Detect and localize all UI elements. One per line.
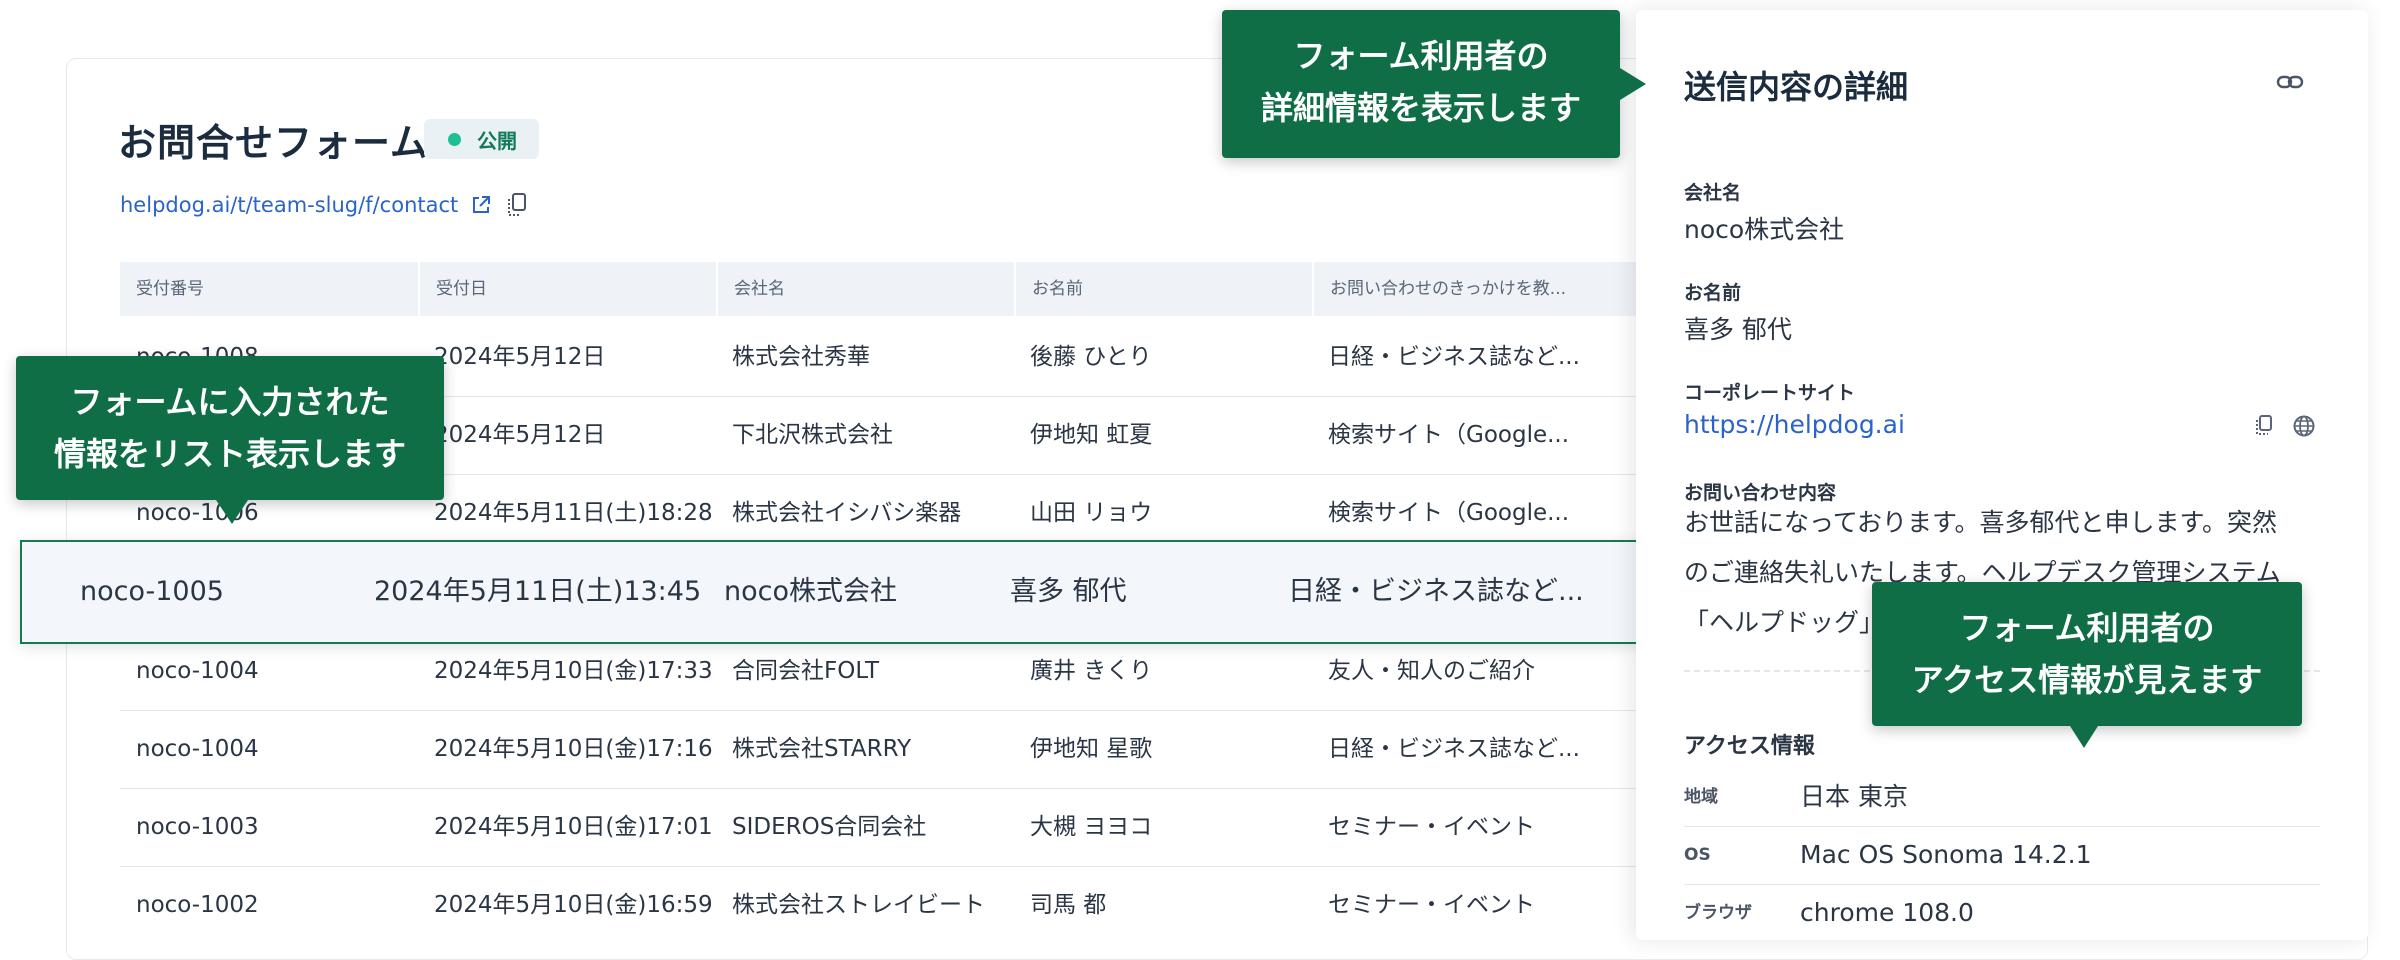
callout-line: フォーム利用者の — [1293, 37, 1549, 75]
submission-detail-panel: 送信内容の詳細 会社名 noco株式会社 お名前 喜多 郁代 コーポレートサイト… — [1636, 10, 2368, 940]
cell-name: 伊地知 虹夏 — [1030, 422, 1153, 448]
cell-receipt-no: noco-1002 — [136, 892, 259, 918]
cell-company: noco株式会社 — [724, 576, 897, 607]
cell-trigger: セミナー・イベント — [1328, 892, 1535, 918]
cell-name: 後藤 ひとり — [1030, 344, 1152, 370]
access-row-region: 地域 日本 東京 — [1684, 768, 2320, 827]
table-row[interactable]: noco-1004 2024年5月10日(金)17:16 株式会社STARRY … — [120, 710, 1640, 789]
access-key: ブラウザ — [1684, 903, 1752, 923]
callout-list-info: フォームに入力された 情報をリスト表示します — [16, 356, 444, 500]
access-row-browser: ブラウザ chrome 108.0 — [1684, 884, 2320, 942]
access-value: Mac OS Sonoma 14.2.1 — [1800, 840, 2092, 869]
cell-name: 司馬 都 — [1030, 892, 1107, 918]
status-badge-label: 公開 — [477, 128, 517, 153]
cell-company: 下北沢株式会社 — [732, 422, 893, 448]
external-link-icon[interactable] — [470, 194, 492, 216]
table-header: 受付番号 受付日 会社名 お名前 お問い合わせのきっかけを教... — [120, 262, 1640, 316]
form-url-link[interactable]: helpdog.ai/t/team-slug/f/contact — [120, 193, 458, 217]
access-key: OS — [1684, 845, 1711, 865]
table-row[interactable]: noco-1003 2024年5月10日(金)17:01 SIDEROS合同会社… — [120, 788, 1640, 867]
callout-user-details: フォーム利用者の 詳細情報を表示します — [1222, 10, 1620, 158]
cell-name: 喜多 郁代 — [1010, 576, 1127, 607]
column-header-name[interactable]: お名前 — [1014, 262, 1312, 316]
callout-line: アクセス情報が見えます — [1911, 661, 2263, 699]
site-link[interactable]: https://helpdog.ai — [1684, 410, 1905, 439]
copy-icon[interactable] — [2254, 414, 2274, 438]
message-line: お世話になっております。喜多郁代と申します。突然 — [1684, 508, 2278, 537]
column-header-receipt-no[interactable]: 受付番号 — [120, 262, 418, 316]
callout-access-info: フォーム利用者の アクセス情報が見えます — [1872, 582, 2302, 726]
panel-title: 送信内容の詳細 — [1684, 68, 1909, 106]
cell-date: 2024年5月10日(金)17:16 — [434, 736, 713, 762]
callout-line: フォーム利用者の — [1959, 609, 2215, 647]
cell-date: 2024年5月12日 — [434, 344, 606, 370]
globe-icon[interactable] — [2292, 414, 2316, 438]
cell-company: 株式会社STARRY — [732, 736, 912, 762]
cell-company: SIDEROS合同会社 — [732, 814, 927, 840]
link-icon[interactable] — [2276, 72, 2304, 92]
company-label: 会社名 — [1684, 182, 1742, 204]
status-dot-icon — [448, 132, 461, 146]
cell-date: 2024年5月11日(土)13:45 — [374, 576, 702, 607]
callout-pointer — [1620, 68, 1646, 100]
selected-table-row[interactable]: noco-1005 2024年5月11日(土)13:45 noco株式会社 喜多… — [20, 540, 1640, 644]
cell-receipt-no: noco-1005 — [80, 576, 224, 607]
callout-pointer — [2070, 726, 2098, 748]
column-header-date[interactable]: 受付日 — [418, 262, 716, 316]
callout-line: 情報をリスト表示します — [53, 435, 406, 473]
column-header-company[interactable]: 会社名 — [716, 262, 1014, 316]
callout-pointer — [216, 500, 248, 524]
name-value: 喜多 郁代 — [1684, 315, 1792, 344]
cell-company: 株式会社秀華 — [732, 344, 870, 370]
callout-line: フォームに入力された — [70, 383, 390, 421]
page-title: お問合せフォーム — [118, 121, 429, 165]
cell-date: 2024年5月10日(金)16:59 — [434, 892, 713, 918]
access-value: chrome 108.0 — [1800, 898, 1974, 927]
cell-receipt-no: noco-1003 — [136, 814, 259, 840]
cell-name: 大槻 ヨヨコ — [1030, 814, 1153, 840]
cell-company: 株式会社ストレイビート — [732, 892, 985, 918]
access-key: 地域 — [1684, 787, 1718, 807]
cell-trigger: 日経・ビジネス誌など... — [1288, 576, 1584, 607]
cell-trigger: 日経・ビジネス誌など... — [1328, 736, 1580, 762]
status-badge: 公開 — [424, 119, 539, 159]
cell-name: 伊地知 星歌 — [1030, 736, 1153, 762]
access-value: 日本 東京 — [1800, 782, 1908, 811]
cell-date: 2024年5月10日(金)17:01 — [434, 814, 713, 840]
name-label: お名前 — [1684, 282, 1742, 304]
access-row-os: OS Mac OS Sonoma 14.2.1 — [1684, 826, 2320, 885]
form-url-row: helpdog.ai/t/team-slug/f/contact — [120, 192, 528, 218]
access-info-title: アクセス情報 — [1684, 734, 1815, 759]
column-header-trigger[interactable]: お問い合わせのきっかけを教... — [1312, 262, 1640, 316]
cell-trigger: 日経・ビジネス誌など... — [1328, 344, 1580, 370]
company-value: noco株式会社 — [1684, 215, 1845, 244]
table-row[interactable]: noco-1002 2024年5月10日(金)16:59 株式会社ストレイビート… — [120, 866, 1640, 944]
cell-receipt-no: noco-1004 — [136, 736, 259, 762]
callout-line: 詳細情報を表示します — [1260, 89, 1581, 127]
site-label: コーポレートサイト — [1684, 382, 1856, 404]
cell-trigger: 検索サイト（Google... — [1328, 422, 1570, 448]
cell-date: 2024年5月12日 — [434, 422, 606, 448]
cell-trigger: セミナー・イベント — [1328, 814, 1535, 840]
copy-icon[interactable] — [506, 192, 528, 218]
